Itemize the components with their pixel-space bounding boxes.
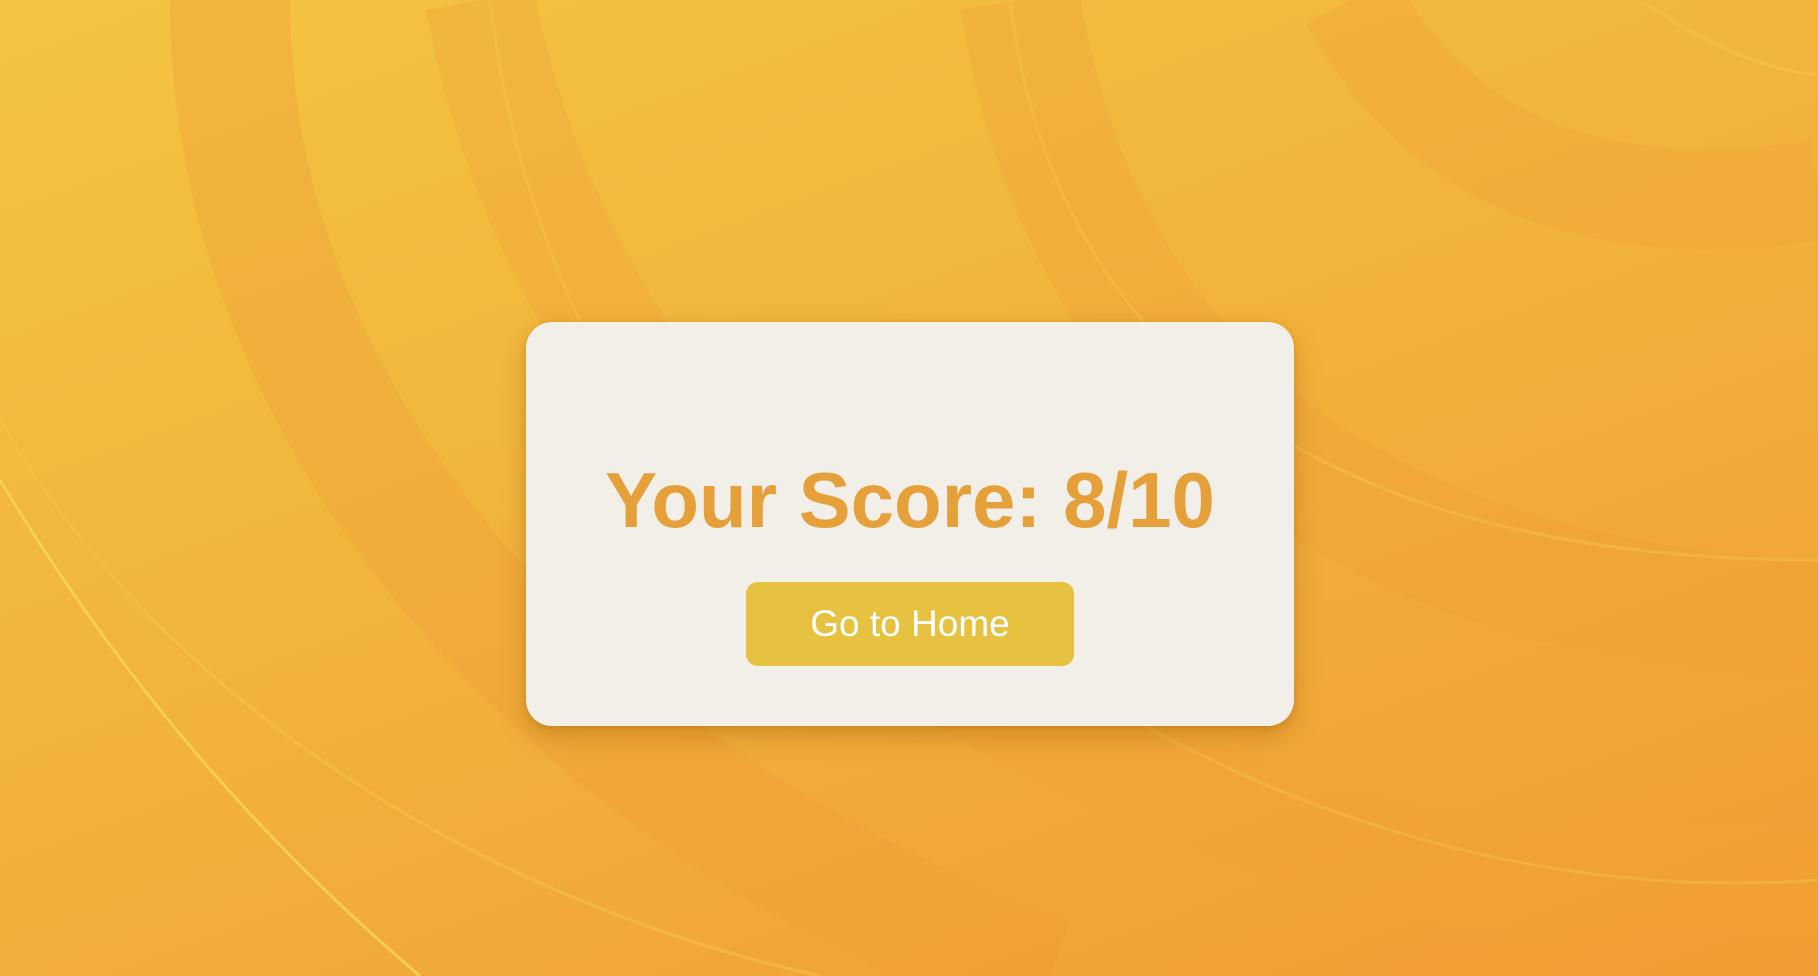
swirl-line: [1639, 0, 1818, 77]
go-home-button[interactable]: Go to Home: [746, 582, 1074, 666]
swirl-line: [0, 479, 421, 976]
score-card: Your Score: 8/10 Go to Home: [526, 322, 1294, 726]
score-title: Your Score: 8/10: [605, 456, 1215, 544]
swirl-band: [1306, 0, 1818, 250]
